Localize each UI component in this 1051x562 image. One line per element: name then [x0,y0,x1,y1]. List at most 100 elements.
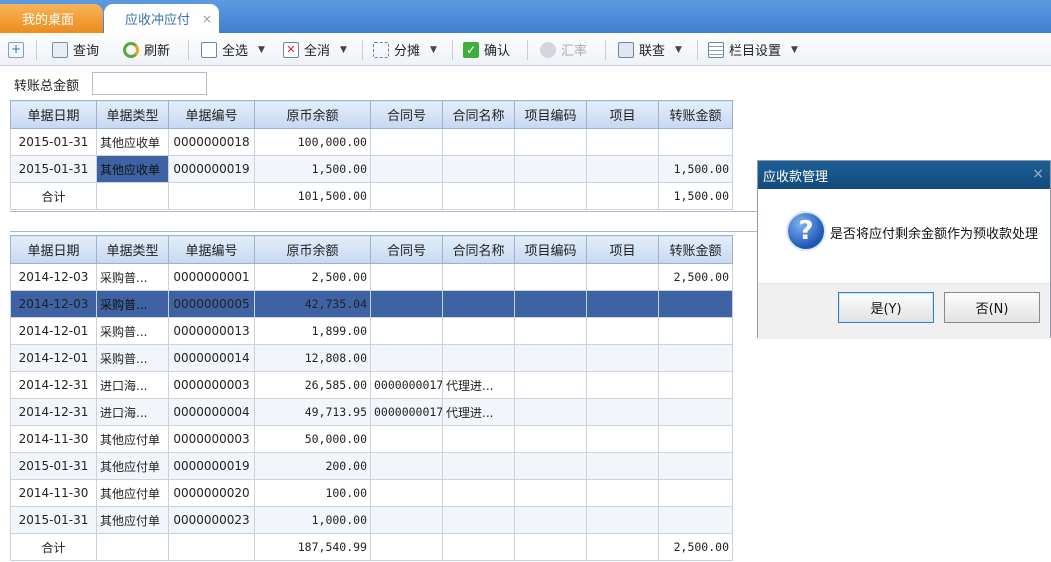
table-cell[interactable]: 2014-11-30 [10,479,97,507]
table-row[interactable]: 2014-12-03 采购普... 0000000001 2,500.00 2,500.… [10,263,733,291]
tab-desktop[interactable]: 我的桌面 [0,4,103,33]
table-cell[interactable] [442,533,515,561]
column-header[interactable]: 单据类型 [96,100,169,129]
table-cell[interactable]: 0000000018 [168,128,255,156]
table-cell[interactable]: 其他应付单 [96,452,169,480]
dropdown-arrow-icon[interactable]: ▼ [675,45,682,55]
table-cell[interactable] [586,182,659,210]
table-cell[interactable] [514,452,587,480]
table-cell[interactable]: 0000000001 [168,263,255,291]
table-cell[interactable]: 1,500.00 [254,155,371,183]
column-header[interactable]: 原币余额 [254,100,371,129]
table-cell[interactable] [514,317,587,345]
column-header[interactable]: 项目编码 [514,235,587,264]
table-cell[interactable] [658,290,733,318]
table-cell[interactable]: 0000000013 [168,317,255,345]
table-cell[interactable] [442,479,515,507]
table-cell[interactable]: 1,500.00 [658,155,733,183]
table-cell[interactable] [514,128,587,156]
table-cell[interactable]: 2014-12-03 [10,263,97,291]
column-header[interactable]: 单据类型 [96,235,169,264]
column-header[interactable]: 项目编码 [514,100,587,129]
table-row[interactable]: 2014-12-31 进口海... 0000000003 26,585.00 00000… [10,371,733,399]
table-cell[interactable] [658,479,733,507]
table-cell[interactable] [658,398,733,426]
table-cell[interactable]: 其他应付单 [96,479,169,507]
table-divider[interactable] [10,211,757,232]
table-cell[interactable]: 其他应付单 [96,506,169,534]
table-cell[interactable] [586,533,659,561]
table-cell[interactable]: 其他应收单 [96,155,169,183]
table-cell[interactable] [442,128,515,156]
table-cell[interactable] [370,479,443,507]
table-cell[interactable] [658,506,733,534]
table-cell[interactable] [658,128,733,156]
table-cell[interactable]: 1,500.00 [658,182,733,210]
table-cell[interactable] [586,452,659,480]
table-cell[interactable] [514,155,587,183]
table-cell[interactable]: 42,735.04 [254,290,371,318]
table-cell[interactable] [586,128,659,156]
table-cell[interactable] [586,506,659,534]
column-header[interactable]: 原币余额 [254,235,371,264]
table-cell[interactable] [514,263,587,291]
table-cell[interactable] [370,263,443,291]
table-cell[interactable]: 2014-12-01 [10,317,97,345]
table-cell[interactable] [96,182,169,210]
table-cell[interactable]: 0000000017 [370,371,443,399]
yes-button[interactable]: 是(Y) [838,292,934,323]
table-cell[interactable] [514,344,587,372]
table-cell[interactable] [442,155,515,183]
table-cell[interactable]: 合计 [10,533,97,561]
column-header[interactable]: 合同号 [370,100,443,129]
linked-query-button[interactable]: 联查 ▼ [618,33,682,66]
table-cell[interactable] [442,290,515,318]
column-header[interactable]: 合同名称 [442,235,515,264]
table-cell[interactable] [586,155,659,183]
table-row[interactable]: 2014-12-31 进口海... 0000000004 49,713.95 00000… [10,398,733,426]
table-cell[interactable] [96,533,169,561]
table-cell[interactable]: 2014-11-30 [10,425,97,453]
table-cell[interactable]: 50,000.00 [254,425,371,453]
total-row[interactable]: 合计 101,500.00 1,500.00 [10,182,733,210]
table-cell[interactable] [586,344,659,372]
table-cell[interactable] [514,506,587,534]
table-cell[interactable] [586,263,659,291]
table-cell[interactable] [658,344,733,372]
table-cell[interactable]: 代理进... [442,371,515,399]
table-cell[interactable] [370,425,443,453]
table-cell[interactable] [658,371,733,399]
table-cell[interactable]: 0000000005 [168,290,255,318]
column-header[interactable]: 转账金额 [658,235,733,264]
table-cell[interactable]: 0000000003 [168,425,255,453]
table-cell[interactable] [514,479,587,507]
column-settings-button[interactable]: 栏目设置 ▼ [708,33,798,66]
column-header[interactable]: 项目 [586,100,659,129]
table-cell[interactable]: 26,585.00 [254,371,371,399]
table-cell[interactable]: 0000000017 [370,398,443,426]
table-cell[interactable] [442,263,515,291]
column-header[interactable]: 单据编号 [168,100,255,129]
table-cell[interactable]: 采购普... [96,317,169,345]
table-cell[interactable] [658,452,733,480]
table-row[interactable]: 2015-01-31 其他应收单 0000000018 100,000.00 [10,128,733,156]
table-cell[interactable]: 2014-12-31 [10,371,97,399]
table-cell[interactable] [370,533,443,561]
table-cell[interactable]: 2015-01-31 [10,155,97,183]
table-cell[interactable]: 采购普... [96,290,169,318]
table-cell[interactable]: 进口海... [96,371,169,399]
table-cell[interactable] [442,425,515,453]
table-cell[interactable]: 49,713.95 [254,398,371,426]
table-cell[interactable] [370,290,443,318]
table-cell[interactable] [514,290,587,318]
table-cell[interactable] [514,425,587,453]
table-cell[interactable] [168,533,255,561]
table-cell[interactable]: 2014-12-03 [10,290,97,318]
table-cell[interactable] [442,317,515,345]
select-all-button[interactable]: 全选 ▼ [201,33,265,66]
dropdown-arrow-icon[interactable]: ▼ [791,45,798,55]
table-cell[interactable] [658,425,733,453]
table-cell[interactable]: 0000000019 [168,155,255,183]
column-header[interactable]: 单据日期 [10,100,97,129]
table-row[interactable]: 2014-12-01 采购普... 0000000014 12,808.00 [10,344,733,372]
